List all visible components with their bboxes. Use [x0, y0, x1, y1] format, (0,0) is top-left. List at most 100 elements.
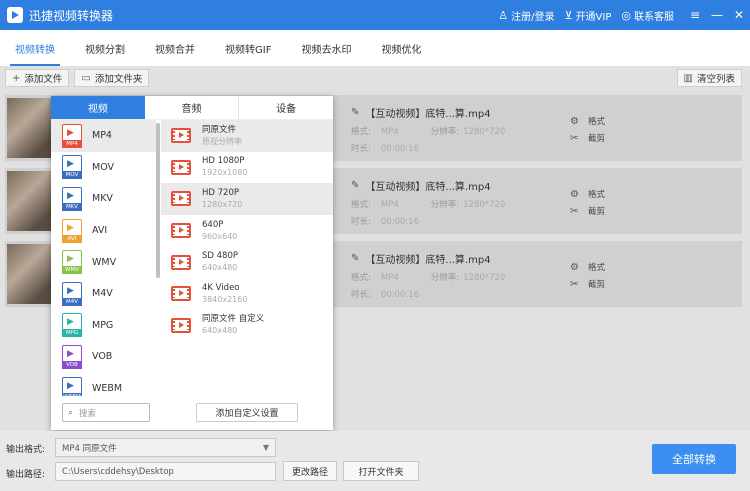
format-icon-tag: MOV — [62, 171, 82, 180]
video-thumbnail — [7, 244, 53, 304]
format-file-icon: ▶ MPG — [62, 313, 82, 338]
format-icon-tag: AVI — [62, 234, 82, 243]
popup-tabs: 视频 音频 设备 — [51, 96, 333, 120]
video-thumbnail — [7, 98, 53, 158]
resolution-item[interactable]: 同原文件 自定义 640x480 — [161, 310, 333, 342]
chevron-down-icon: ▼ — [262, 443, 269, 452]
film-icon — [171, 223, 191, 239]
file-name-text: 【互动视频】底特...算.mp4 — [365, 182, 491, 193]
user-icon: ♙ — [498, 8, 509, 22]
popup-tab-audio[interactable]: 音频 — [145, 96, 240, 119]
chat-icon: ◎ — [621, 8, 631, 22]
format-file-icon: ▶ AVI — [62, 218, 82, 243]
format-action-button[interactable]: ⚙ 格式 — [570, 188, 605, 201]
format-item-label: MP4 — [92, 130, 112, 142]
format-list-scrollbar[interactable] — [156, 123, 160, 278]
resolution-title: HD 720P — [202, 187, 239, 198]
play-icon: ▶ — [67, 159, 74, 170]
play-icon: ▶ — [67, 127, 74, 138]
cut-action-button[interactable]: ✂ 截剪 — [570, 132, 605, 145]
play-icon: ▶ — [67, 190, 74, 201]
clear-list-button[interactable]: ▥ 清空列表 — [676, 69, 742, 87]
format-meta: 格式: MP4 分辨率: 1280*720 — [351, 125, 505, 137]
add-file-button[interactable]: + 添加文件 — [5, 69, 70, 87]
change-path-button[interactable]: 更改路径 — [283, 461, 337, 481]
format-search-input[interactable]: ⌕ 搜索 — [62, 403, 150, 422]
resolution-item[interactable]: HD 720P 1280x720 — [161, 183, 333, 215]
format-item-mpg[interactable]: ▶ MPG MPG — [51, 310, 156, 342]
format-label: 格式: — [351, 200, 371, 210]
tab-video-convert[interactable]: 视频转换 — [0, 30, 70, 66]
format-item-mov[interactable]: ▶ MOV MOV — [51, 152, 156, 184]
cut-action-button[interactable]: ✂ 截剪 — [570, 205, 606, 218]
search-placeholder: 搜索 — [79, 408, 97, 419]
register-login-link[interactable]: ♙ 注册/登录 — [498, 8, 554, 23]
resolution-item[interactable]: SD 480P 640x480 — [161, 246, 333, 278]
resolution-item[interactable]: 同原文件 原视分辨率 — [161, 120, 333, 152]
film-icon — [171, 128, 191, 144]
edit-icon[interactable]: ✎ — [351, 180, 359, 191]
minimize-icon[interactable]: — — [706, 8, 728, 22]
add-custom-setting-button[interactable]: 添加自定义设置 — [196, 403, 298, 422]
tab-video-merge[interactable]: 视频合并 — [140, 30, 210, 66]
format-action-button[interactable]: ⚙ 格式 — [570, 115, 606, 128]
tab-video-optimize[interactable]: 视频优化 — [366, 30, 436, 66]
file-name: ✎ 【互动视频】底特...算.mp4 — [351, 178, 491, 193]
close-icon[interactable]: ✕ — [728, 8, 750, 22]
film-icon — [171, 286, 191, 302]
vip-link[interactable]: ⊻ 开通VIP — [565, 8, 612, 23]
tab-video-to-gif[interactable]: 视频转GIF — [210, 30, 286, 66]
folder-icon: ▭ — [81, 72, 91, 84]
resolution-item[interactable]: 640P 960x640 — [161, 215, 333, 247]
format-item-webm[interactable]: ▶WEBMWEBM — [51, 373, 156, 396]
format-item-mp4[interactable]: ▶ MP4 MP4 — [51, 120, 156, 152]
format-item-label: MOV — [92, 161, 115, 173]
format-item-avi[interactable]: ▶ AVI AVI — [51, 215, 156, 247]
output-path-field[interactable]: C:\Users\cddehsy\Desktop — [55, 462, 276, 481]
format-file-icon: ▶ MOV — [62, 155, 82, 180]
resolution-title: SD 480P — [202, 251, 238, 262]
format-action-label: 格式 — [588, 117, 606, 127]
scissors-icon: ✂ — [570, 132, 579, 144]
resolution-title: 4K Video — [202, 282, 240, 293]
app-title: 迅捷视频转换器 — [29, 8, 114, 23]
resolution-label: 分辨率: — [430, 127, 460, 137]
file-name-text: 【互动视频】底特...算.mp4 — [365, 109, 491, 120]
service-label: 联系客服 — [634, 11, 674, 23]
menu-icon[interactable]: ≡ — [684, 8, 706, 22]
format-icon-tag: MP4 — [62, 139, 82, 148]
edit-icon[interactable]: ✎ — [351, 107, 359, 118]
format-item-m4v[interactable]: ▶ M4V M4V — [51, 278, 156, 310]
convert-all-button[interactable]: 全部转换 — [652, 444, 736, 474]
film-icon — [171, 254, 191, 270]
format-item-vob[interactable]: ▶ VOB VOB — [51, 341, 156, 373]
format-item-label: MKV — [92, 193, 113, 205]
cut-action-label: 截剪 — [588, 207, 606, 217]
film-icon — [171, 159, 191, 175]
output-format-select[interactable]: MP4 同原文件 ▼ — [55, 438, 276, 457]
vip-label: 开通VIP — [575, 11, 612, 23]
duration-value: 00:00:16 — [380, 144, 420, 154]
resolution-size: 1920x1080 — [202, 168, 248, 178]
format-icon-tag: WEBM — [62, 392, 82, 396]
format-file-icon: ▶ MP4 — [62, 123, 82, 148]
resolution-item[interactable]: HD 1080P 1920x1080 — [161, 152, 333, 184]
format-item-wmv[interactable]: ▶ WMV WMV — [51, 246, 156, 278]
tab-remove-watermark[interactable]: 视频去水印 — [286, 30, 366, 66]
format-item-mkv[interactable]: ▶ MKV MKV — [51, 183, 156, 215]
cut-action-button[interactable]: ✂ 截剪 — [570, 278, 605, 291]
add-folder-button[interactable]: ▭ 添加文件夹 — [74, 69, 150, 87]
tab-video-split[interactable]: 视频分割 — [70, 30, 140, 66]
film-icon — [171, 317, 191, 333]
service-link[interactable]: ◎ 联系客服 — [621, 8, 674, 23]
popup-tab-device[interactable]: 设备 — [239, 96, 333, 119]
format-action-button[interactable]: ⚙ 格式 — [570, 261, 605, 274]
resolution-value: 1280*720 — [463, 273, 506, 283]
duration-label: 时长: — [351, 290, 371, 300]
output-path-label: 输出路径: — [6, 470, 46, 480]
popup-tab-video[interactable]: 视频 — [51, 96, 145, 119]
resolution-item[interactable]: 4K Video 3840x2160 — [161, 278, 333, 310]
add-file-label: 添加文件 — [24, 74, 63, 85]
edit-icon[interactable]: ✎ — [351, 253, 359, 264]
open-folder-button[interactable]: 打开文件夹 — [343, 461, 419, 481]
